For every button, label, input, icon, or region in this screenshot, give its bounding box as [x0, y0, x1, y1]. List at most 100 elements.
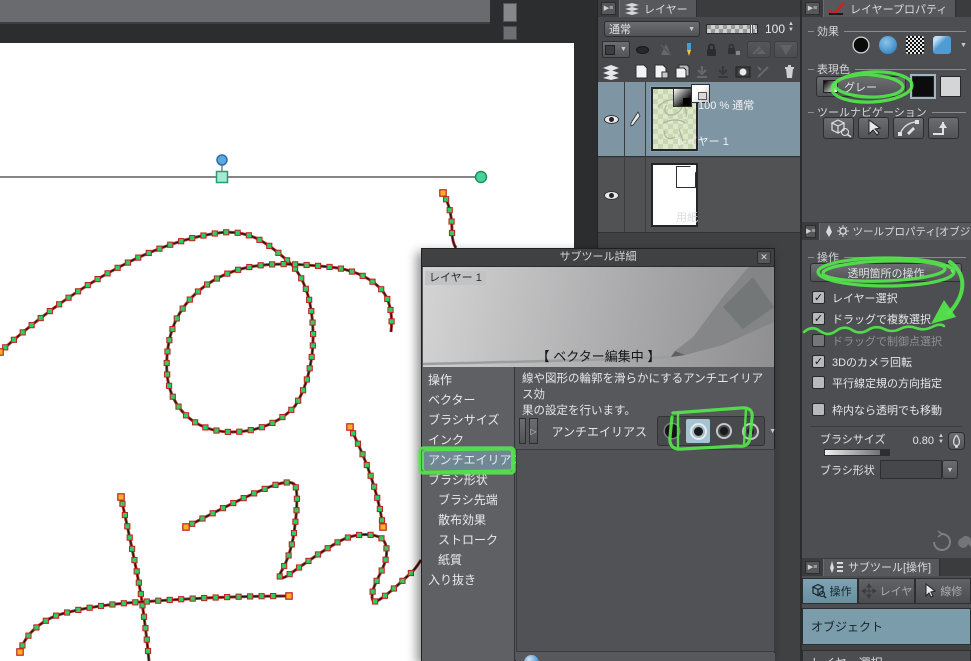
control-point[interactable] [281, 562, 288, 570]
layer-color-icon[interactable] [933, 36, 951, 54]
control-point[interactable] [448, 218, 455, 225]
merge-down-icon-disabled[interactable] [694, 63, 711, 80]
control-point[interactable] [212, 594, 219, 601]
control-point[interactable] [124, 523, 131, 530]
endpoint-control-point[interactable] [117, 493, 125, 501]
subtool-item-object[interactable]: オブジェクト [802, 608, 971, 645]
control-point[interactable] [309, 319, 316, 326]
control-point[interactable] [142, 625, 149, 632]
control-point[interactable] [247, 427, 254, 434]
transparent-area-dropdown[interactable]: 透明箇所の操作 ▼ [810, 263, 962, 282]
control-point[interactable] [314, 262, 322, 269]
control-point[interactable] [306, 365, 313, 372]
control-point[interactable] [235, 593, 242, 600]
draft-layer-icon[interactable] [656, 41, 676, 58]
control-point[interactable] [298, 275, 305, 282]
control-point[interactable] [251, 490, 258, 497]
control-point[interactable] [280, 261, 287, 268]
control-point[interactable] [290, 530, 298, 537]
category-item[interactable]: ベクター [422, 390, 514, 410]
control-point[interactable] [384, 295, 391, 303]
aa-option-weak-selected[interactable] [686, 419, 711, 443]
layer-name[interactable]: レイヤー 1 [676, 133, 729, 149]
opacity-stepper[interactable]: ▲ ▼ [788, 21, 794, 33]
control-point[interactable] [299, 387, 307, 394]
control-point[interactable] [443, 196, 450, 203]
control-point[interactable] [163, 359, 170, 367]
control-point[interactable] [446, 207, 453, 214]
control-point[interactable] [390, 585, 397, 592]
panel-status-icons[interactable] [930, 530, 971, 554]
category-item[interactable]: ストローク [422, 530, 514, 550]
control-point[interactable] [302, 285, 309, 292]
select-point-tool-icon[interactable] [858, 117, 889, 139]
control-point[interactable] [448, 229, 456, 237]
category-item[interactable]: 操作 [422, 370, 514, 390]
control-point[interactable] [367, 472, 374, 479]
control-point[interactable] [164, 371, 171, 378]
control-point[interactable] [186, 296, 193, 303]
control-point[interactable] [407, 569, 414, 577]
lock-icon[interactable] [702, 41, 722, 58]
control-point[interactable] [258, 424, 265, 431]
control-point[interactable] [175, 403, 182, 410]
control-point[interactable] [65, 294, 72, 301]
control-point[interactable] [25, 632, 32, 639]
control-point[interactable] [144, 647, 152, 655]
control-point[interactable] [376, 505, 383, 513]
control-point[interactable] [246, 263, 253, 271]
brush-size-slider[interactable] [824, 449, 890, 456]
control-point[interactable] [189, 520, 196, 527]
category-item[interactable]: 散布効果 [422, 510, 514, 530]
control-point[interactable] [285, 552, 292, 559]
panel-menu-icon[interactable]: ▶≡ [601, 2, 616, 15]
pressure-settings-icon[interactable] [948, 432, 965, 450]
control-point[interactable] [189, 595, 196, 602]
control-point[interactable] [348, 268, 356, 275]
control-point[interactable] [224, 428, 231, 436]
tab-tool-property[interactable]: ツールプロパティ[オブジェクト] [819, 222, 971, 240]
control-point[interactable] [235, 266, 242, 273]
panel-menu-icon[interactable]: ▶≡ [805, 560, 820, 574]
new-layer-icon[interactable] [633, 63, 650, 80]
control-point[interactable] [131, 556, 138, 564]
control-point[interactable] [381, 592, 389, 599]
color-mode-dropdown[interactable]: グレー [816, 76, 906, 97]
control-point[interactable] [209, 510, 216, 517]
control-point[interactable] [182, 412, 190, 419]
control-point[interactable] [324, 545, 331, 552]
control-point[interactable] [199, 515, 206, 522]
category-item[interactable]: 紙質 [422, 550, 514, 570]
brush-size-stepper[interactable]: ▲ ▼ [938, 433, 944, 445]
ruler-icon-disabled[interactable] [747, 41, 772, 58]
control-point[interactable] [388, 318, 395, 325]
visibility-cell[interactable] [598, 158, 625, 232]
gradient-thumbnail[interactable] [673, 88, 692, 107]
control-point[interactable] [367, 531, 374, 538]
control-point[interactable] [166, 596, 173, 604]
tab-layer-property[interactable]: レイヤープロパティ [823, 0, 957, 17]
control-point[interactable] [363, 461, 370, 469]
control-point[interactable] [256, 236, 263, 243]
control-point[interactable] [114, 264, 121, 271]
control-point[interactable] [292, 484, 299, 491]
control-point[interactable] [169, 326, 176, 333]
control-point[interactable] [269, 261, 276, 268]
control-point[interactable] [143, 636, 150, 643]
control-point[interactable] [382, 556, 389, 563]
subtool-tab-line-fix[interactable]: 線修 [914, 578, 971, 604]
category-item-selected[interactable]: アンチエイリアス [422, 450, 524, 470]
subtool-tab-operation[interactable]: 操作 [802, 578, 859, 604]
control-point[interactable] [109, 601, 116, 608]
control-point[interactable] [359, 451, 366, 458]
checkbox-layer-select[interactable]: ✓ レイヤー選択 [812, 290, 898, 305]
line-correct-tool-icon[interactable] [928, 117, 959, 139]
control-point[interactable] [132, 599, 139, 606]
control-point[interactable] [378, 567, 385, 574]
category-item[interactable]: ブラシサイズ [422, 410, 514, 430]
close-icon[interactable]: ✕ [757, 251, 771, 264]
control-point[interactable] [97, 602, 105, 610]
opacity-value[interactable]: 100 [761, 22, 785, 36]
reference-layer-button[interactable]: ▼ [602, 41, 630, 58]
control-point[interactable] [124, 259, 131, 266]
